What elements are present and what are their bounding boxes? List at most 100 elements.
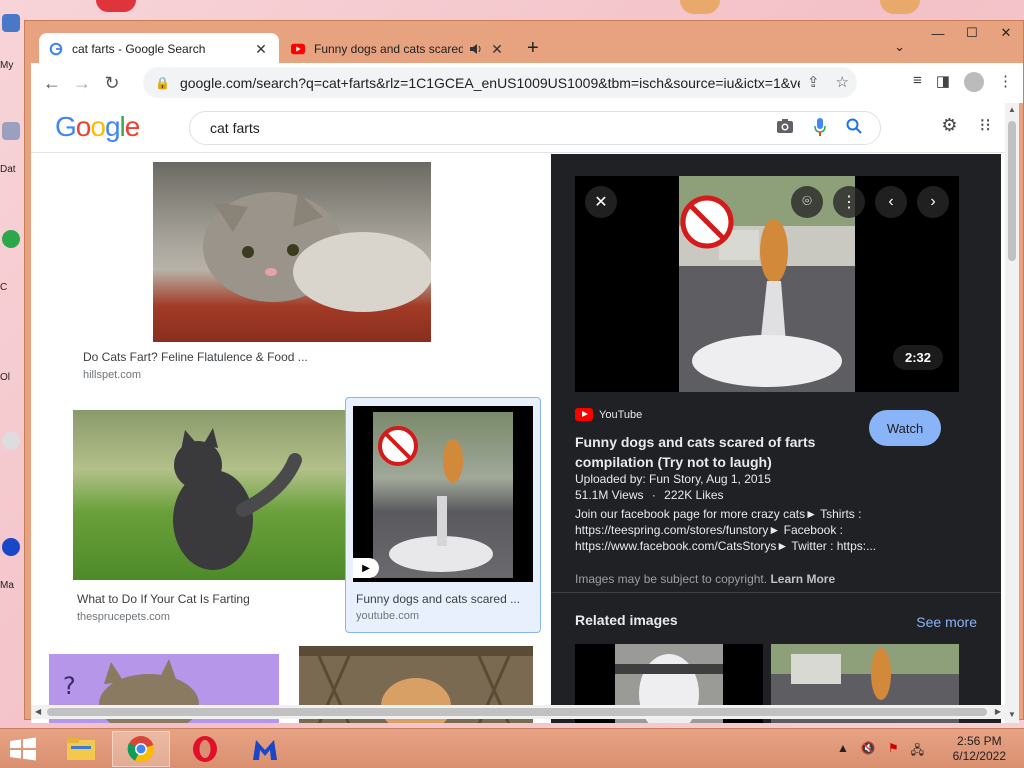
next-arrow-icon[interactable]: › <box>917 186 949 218</box>
scroll-down-icon[interactable]: ▼ <box>1008 710 1016 719</box>
forward-button[interactable]: → <box>67 68 97 98</box>
new-tab-button[interactable]: + <box>527 37 539 60</box>
desktop-label: My <box>0 60 14 71</box>
related-images-heading: Related images <box>575 612 678 628</box>
malwarebytes-taskbar[interactable] <box>236 731 294 767</box>
copyright-text: Images may be subject to copyright. <box>575 572 768 586</box>
result-thumbnail[interactable]: ▶ <box>353 406 533 582</box>
scroll-up-icon[interactable]: ▲ <box>1008 105 1016 114</box>
google-favicon-icon <box>49 42 63 56</box>
cat-image <box>173 428 302 570</box>
desktop-label: Ma <box>0 580 14 591</box>
tab-google-search[interactable]: cat farts - Google Search ✕ <box>39 33 279 65</box>
video-preview[interactable]: ✕ ⌾ ⋮ ‹ › 2:32 <box>575 176 959 392</box>
tab-bar: cat farts - Google Search ✕ Funny dogs a… <box>33 29 1023 65</box>
address-bar[interactable]: 🔒 google.com/search?q=cat+farts&rlz=1C1G… <box>143 67 857 98</box>
google-header: Google cat farts ⚙ ⁝⁝ <box>31 103 1005 153</box>
logo-letter: o <box>75 111 92 142</box>
share-icon[interactable]: ⇪ <box>807 73 820 91</box>
result-thumbnail[interactable] <box>153 162 431 342</box>
app-icon[interactable] <box>2 432 20 450</box>
apps-grid-icon[interactable]: ⁝⁝ <box>980 115 991 136</box>
tray-expand-icon[interactable]: ▲ <box>837 741 849 762</box>
browser-menu-icon[interactable]: ⋮ <box>998 72 1013 92</box>
file-explorer-taskbar[interactable] <box>52 731 110 767</box>
lens-search-icon[interactable]: ⌾ <box>791 186 823 218</box>
side-panel-icon[interactable]: ◨ <box>936 72 950 92</box>
folder-icon[interactable] <box>2 122 20 140</box>
taskbar-clock[interactable]: 2:56 PM 6/12/2022 <box>953 734 1006 764</box>
video-duration: 2:32 <box>892 345 943 370</box>
horizontal-scrollbar[interactable]: ◀ ▶ <box>31 705 1005 719</box>
browser-toolbar: ← → ↻ 🔒 google.com/search?q=cat+farts&rl… <box>31 63 1023 103</box>
windows-start-icon[interactable] <box>8 737 38 761</box>
url-text: google.com/search?q=cat+farts&rlz=1C1GCE… <box>179 74 800 91</box>
learn-more-link[interactable]: Learn More <box>770 572 835 586</box>
separator: · <box>651 488 656 502</box>
result-title[interactable]: Do Cats Fart? Feline Flatulence & Food .… <box>83 350 523 364</box>
clock-date: 6/12/2022 <box>952 749 1006 763</box>
divider <box>551 592 1001 593</box>
like-count: 222K Likes <box>664 488 724 502</box>
play-icon[interactable]: ▶ <box>353 558 379 578</box>
microphone-icon[interactable] <box>814 118 826 136</box>
video-still <box>378 426 493 572</box>
taskbar: ▲ 🔇 ⚑ 🖧 2:56 PM 6/12/2022 <box>0 728 1024 768</box>
reload-button[interactable]: ↻ <box>97 68 127 98</box>
see-more-link[interactable]: See more <box>916 614 977 630</box>
app-icon[interactable] <box>2 538 20 556</box>
video-title[interactable]: Funny dogs and cats scared of farts comp… <box>575 432 845 472</box>
result-card[interactable]: Do Cats Fart? Feline Flatulence & Food .… <box>49 154 533 384</box>
network-icon[interactable]: 🖧 <box>911 741 924 762</box>
upload-info: Uploaded by: Fun Story, Aug 1, 2015 <box>575 472 771 486</box>
previous-arrow-icon[interactable]: ‹ <box>875 186 907 218</box>
google-logo[interactable]: Google <box>55 111 140 143</box>
vertical-scrollbar[interactable]: ▲ ▼ <box>1005 103 1019 723</box>
preview-image <box>679 176 855 392</box>
back-button[interactable]: ← <box>37 68 67 98</box>
settings-gear-icon[interactable]: ⚙ <box>941 115 957 136</box>
result-title[interactable]: What to Do If Your Cat Is Farting <box>77 592 347 606</box>
chrome-taskbar[interactable] <box>112 731 170 767</box>
youtube-favicon-icon <box>291 43 305 55</box>
close-panel-icon[interactable]: ✕ <box>585 186 617 218</box>
page-content: Google cat farts ⚙ ⁝⁝ Do Cats Fart? Feli… <box>31 103 1005 723</box>
result-site: thesprucepets.com <box>77 611 170 623</box>
result-card-selected[interactable]: ▶ Funny dogs and cats scared ... youtube… <box>345 397 541 633</box>
media-control-icon[interactable]: ≡ <box>913 72 922 92</box>
scrollbar-thumb[interactable] <box>1008 121 1016 261</box>
result-title[interactable]: Funny dogs and cats scared ... <box>356 592 532 606</box>
profile-avatar[interactable] <box>964 72 984 92</box>
tab-youtube[interactable]: Funny dogs and cats scared ✕ <box>283 33 513 65</box>
scroll-left-icon[interactable]: ◀ <box>35 707 41 716</box>
opera-taskbar[interactable] <box>176 731 234 767</box>
search-icon[interactable] <box>846 118 862 134</box>
image-preview-panel: ✕ ⌾ ⋮ ‹ › 2:32 YouTube Watch Funny dogs … <box>551 154 1001 723</box>
source-row[interactable]: YouTube <box>575 408 642 421</box>
image-results: Do Cats Fart? Feline Flatulence & Food .… <box>31 154 551 723</box>
desktop-label: C <box>0 282 8 293</box>
speaker-icon[interactable] <box>469 43 483 55</box>
watch-button[interactable]: Watch <box>869 410 941 446</box>
desktop-label: Dat <box>0 164 16 175</box>
app-icon[interactable] <box>2 230 20 248</box>
desktop-decoration <box>96 0 136 12</box>
result-thumbnail[interactable] <box>73 410 355 580</box>
more-options-icon[interactable]: ⋮ <box>833 186 865 218</box>
bookmark-star-icon[interactable]: ☆ <box>836 73 849 91</box>
scroll-right-icon[interactable]: ▶ <box>995 707 1001 716</box>
malwarebytes-icon <box>253 740 277 760</box>
youtube-icon <box>575 408 593 421</box>
result-card[interactable]: What to Do If Your Cat Is Farting thespr… <box>49 400 355 630</box>
tab-close-icon[interactable]: ✕ <box>489 41 505 58</box>
source-name: YouTube <box>599 408 643 421</box>
scrollbar-thumb[interactable] <box>47 708 987 716</box>
tab-search-icon[interactable]: ⌄ <box>894 39 905 55</box>
action-center-flag-icon[interactable]: ⚑ <box>888 741 899 762</box>
logo-letter: G <box>55 111 77 142</box>
computer-icon[interactable] <box>2 14 20 32</box>
tab-close-icon[interactable]: ✕ <box>253 41 269 58</box>
search-input[interactable]: cat farts <box>189 111 881 145</box>
volume-muted-icon[interactable]: 🔇 <box>861 741 876 762</box>
camera-icon[interactable] <box>776 118 794 134</box>
